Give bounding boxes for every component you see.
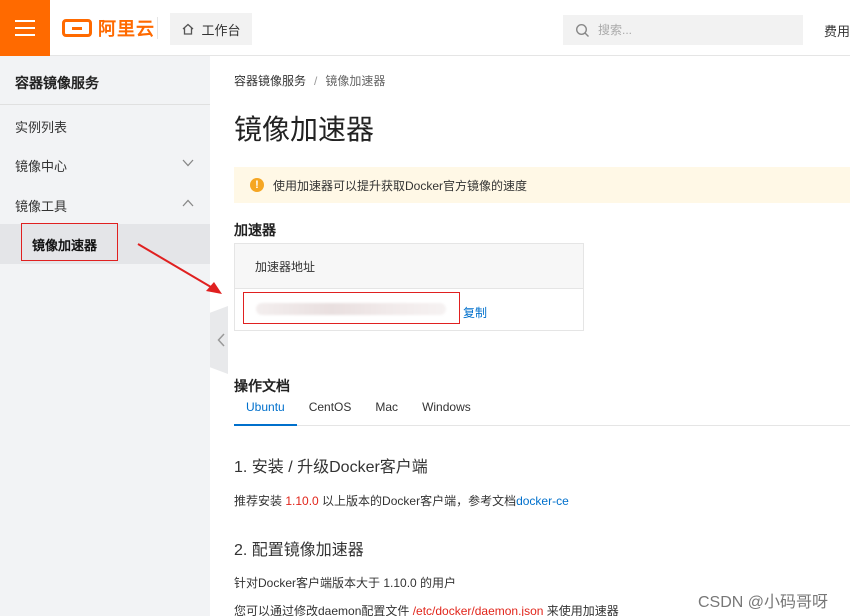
aliyun-logo[interactable]: 阿里云	[62, 14, 155, 42]
step1-mid: 以上版本的Docker客户端，参考文档	[318, 494, 517, 508]
sidebar-title: 容器镜像服务	[15, 75, 99, 91]
breadcrumb-item[interactable]: 容器镜像服务	[234, 74, 306, 88]
fee-menu[interactable]: 费用	[824, 21, 850, 40]
breadcrumb: 容器镜像服务 / 镜像加速器	[234, 72, 385, 89]
step2-post: 来使用加速器	[543, 604, 619, 616]
daemon-json-path: /etc/docker/daemon.json	[412, 604, 544, 616]
sidebar-item-image-tools[interactable]: 镜像工具	[0, 185, 210, 225]
notice-text: 使用加速器可以提升获取Docker官方镜像的速度	[273, 178, 528, 193]
annotation-highlight-box	[21, 223, 118, 261]
sidebar-item-image-center[interactable]: 镜像中心	[0, 145, 210, 185]
logo-text: 阿里云	[98, 19, 155, 39]
os-tabs: Ubuntu CentOS Mac Windows	[234, 400, 850, 426]
tab-ubuntu[interactable]: Ubuntu	[234, 400, 297, 426]
step1-title: 1. 安装 / 升级Docker客户端	[234, 459, 428, 476]
divider	[0, 104, 210, 105]
accelerator-address-redacted	[243, 292, 460, 324]
accelerator-table: 加速器地址 复制	[234, 243, 584, 331]
docker-ce-link[interactable]: docker-ce	[516, 494, 569, 508]
step1-text: 推荐安装 1.10.0 以上版本的Docker客户端，参考文档docker-ce	[234, 492, 569, 509]
docs-heading: 操作文档	[234, 378, 290, 394]
breadcrumb-separator: /	[314, 74, 318, 88]
step1-version: 1.10.0	[285, 494, 319, 508]
top-bar: 阿里云 工作台 费用	[0, 0, 850, 56]
tab-windows[interactable]: Windows	[410, 400, 483, 426]
redacted-blur	[256, 303, 446, 315]
chevron-up-icon	[182, 199, 194, 207]
workbench-button[interactable]: 工作台	[170, 13, 252, 45]
warning-icon: !	[250, 178, 264, 192]
step2-title: 2. 配置镜像加速器	[234, 542, 364, 559]
search-box[interactable]	[563, 15, 803, 45]
menu-icon[interactable]	[0, 0, 50, 56]
aliyun-logo-icon	[62, 19, 92, 37]
accelerator-heading: 加速器	[234, 222, 276, 238]
breadcrumb-item-current: 镜像加速器	[325, 74, 386, 88]
step1-pre: 推荐安装	[234, 494, 286, 508]
step2-pre: 您可以通过修改daemon配置文件	[234, 604, 413, 616]
column-header-label: 加速器地址	[255, 259, 316, 274]
sidebar-item-label: 镜像工具	[15, 198, 68, 214]
tab-centos[interactable]: CentOS	[297, 400, 364, 426]
tab-mac[interactable]: Mac	[363, 400, 410, 426]
search-icon	[575, 23, 589, 37]
sidebar-item-label: 镜像中心	[15, 158, 68, 174]
info-notice: ! 使用加速器可以提升获取Docker官方镜像的速度	[234, 167, 850, 203]
home-icon	[183, 23, 194, 35]
step2-line1: 针对Docker客户端版本大于 1.10.0 的用户	[234, 576, 457, 590]
chevron-down-icon	[182, 159, 194, 167]
step2-line2: 您可以通过修改daemon配置文件 /etc/docker/daemon.jso…	[234, 602, 619, 616]
copy-link[interactable]: 复制	[463, 304, 487, 321]
sidebar-item-label: 实例列表	[15, 119, 68, 135]
accelerator-column-header: 加速器地址	[235, 244, 583, 289]
main-content: 容器镜像服务 / 镜像加速器 镜像加速器 ! 使用加速器可以提升获取Docker官方…	[210, 56, 850, 616]
sidebar-item-instance-list[interactable]: 实例列表	[0, 106, 210, 146]
csdn-watermark: CSDN @小码哥呀	[698, 594, 829, 611]
divider	[157, 17, 158, 39]
search-input[interactable]	[598, 23, 788, 37]
page-title: 镜像加速器	[234, 114, 375, 145]
sidebar: 容器镜像服务 实例列表 镜像中心 镜像工具 镜像加速器	[0, 56, 210, 616]
workbench-label: 工作台	[201, 22, 241, 38]
